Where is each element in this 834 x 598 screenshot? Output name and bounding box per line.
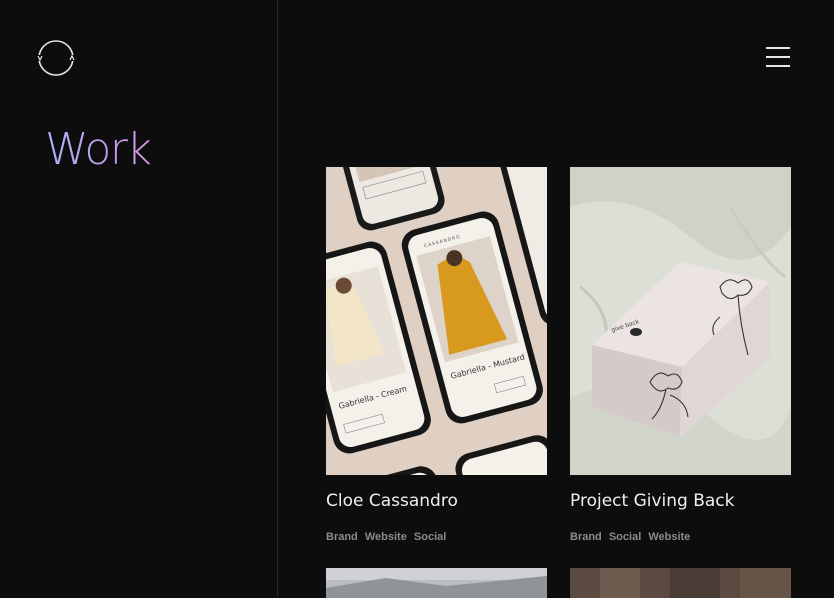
interior-thumbnail-image [570, 568, 791, 598]
project-tags: Brand Social Website [570, 531, 694, 543]
project-title[interactable]: Cloe Cassandro [326, 491, 458, 511]
hamburger-menu-button[interactable] [764, 45, 792, 69]
tag: Social [413, 531, 447, 543]
tag: Website [364, 531, 407, 543]
sidebar-divider [277, 0, 278, 596]
box-mockup-image: give back [570, 167, 791, 475]
page-title: Work [45, 124, 152, 175]
tag: Website [648, 531, 691, 543]
tag: Brand [326, 531, 358, 543]
project-tags: Brand Website Social [326, 531, 450, 543]
circle-logo-icon[interactable] [37, 39, 75, 77]
project-card-cloe-cassandro[interactable]: Gabriella - Cream CASSANDRO Gabriella - … [326, 167, 547, 543]
project-title[interactable]: Project Giving Back [570, 491, 735, 511]
project-card-giving-back[interactable]: give back Project Giving Back Brand Soci… [570, 167, 791, 543]
tag: Social [608, 531, 642, 543]
tag: Brand [570, 531, 602, 543]
project-thumbnail[interactable]: Gabriella - Cream CASSANDRO Gabriella - … [326, 167, 547, 475]
project-card-next-thumbnail[interactable] [326, 568, 547, 598]
project-card-next-thumbnail[interactable] [570, 568, 791, 598]
landscape-thumbnail-image [326, 568, 547, 598]
project-thumbnail[interactable]: give back [570, 167, 791, 475]
phone-mockup-image: Gabriella - Cream CASSANDRO Gabriella - … [326, 167, 547, 475]
